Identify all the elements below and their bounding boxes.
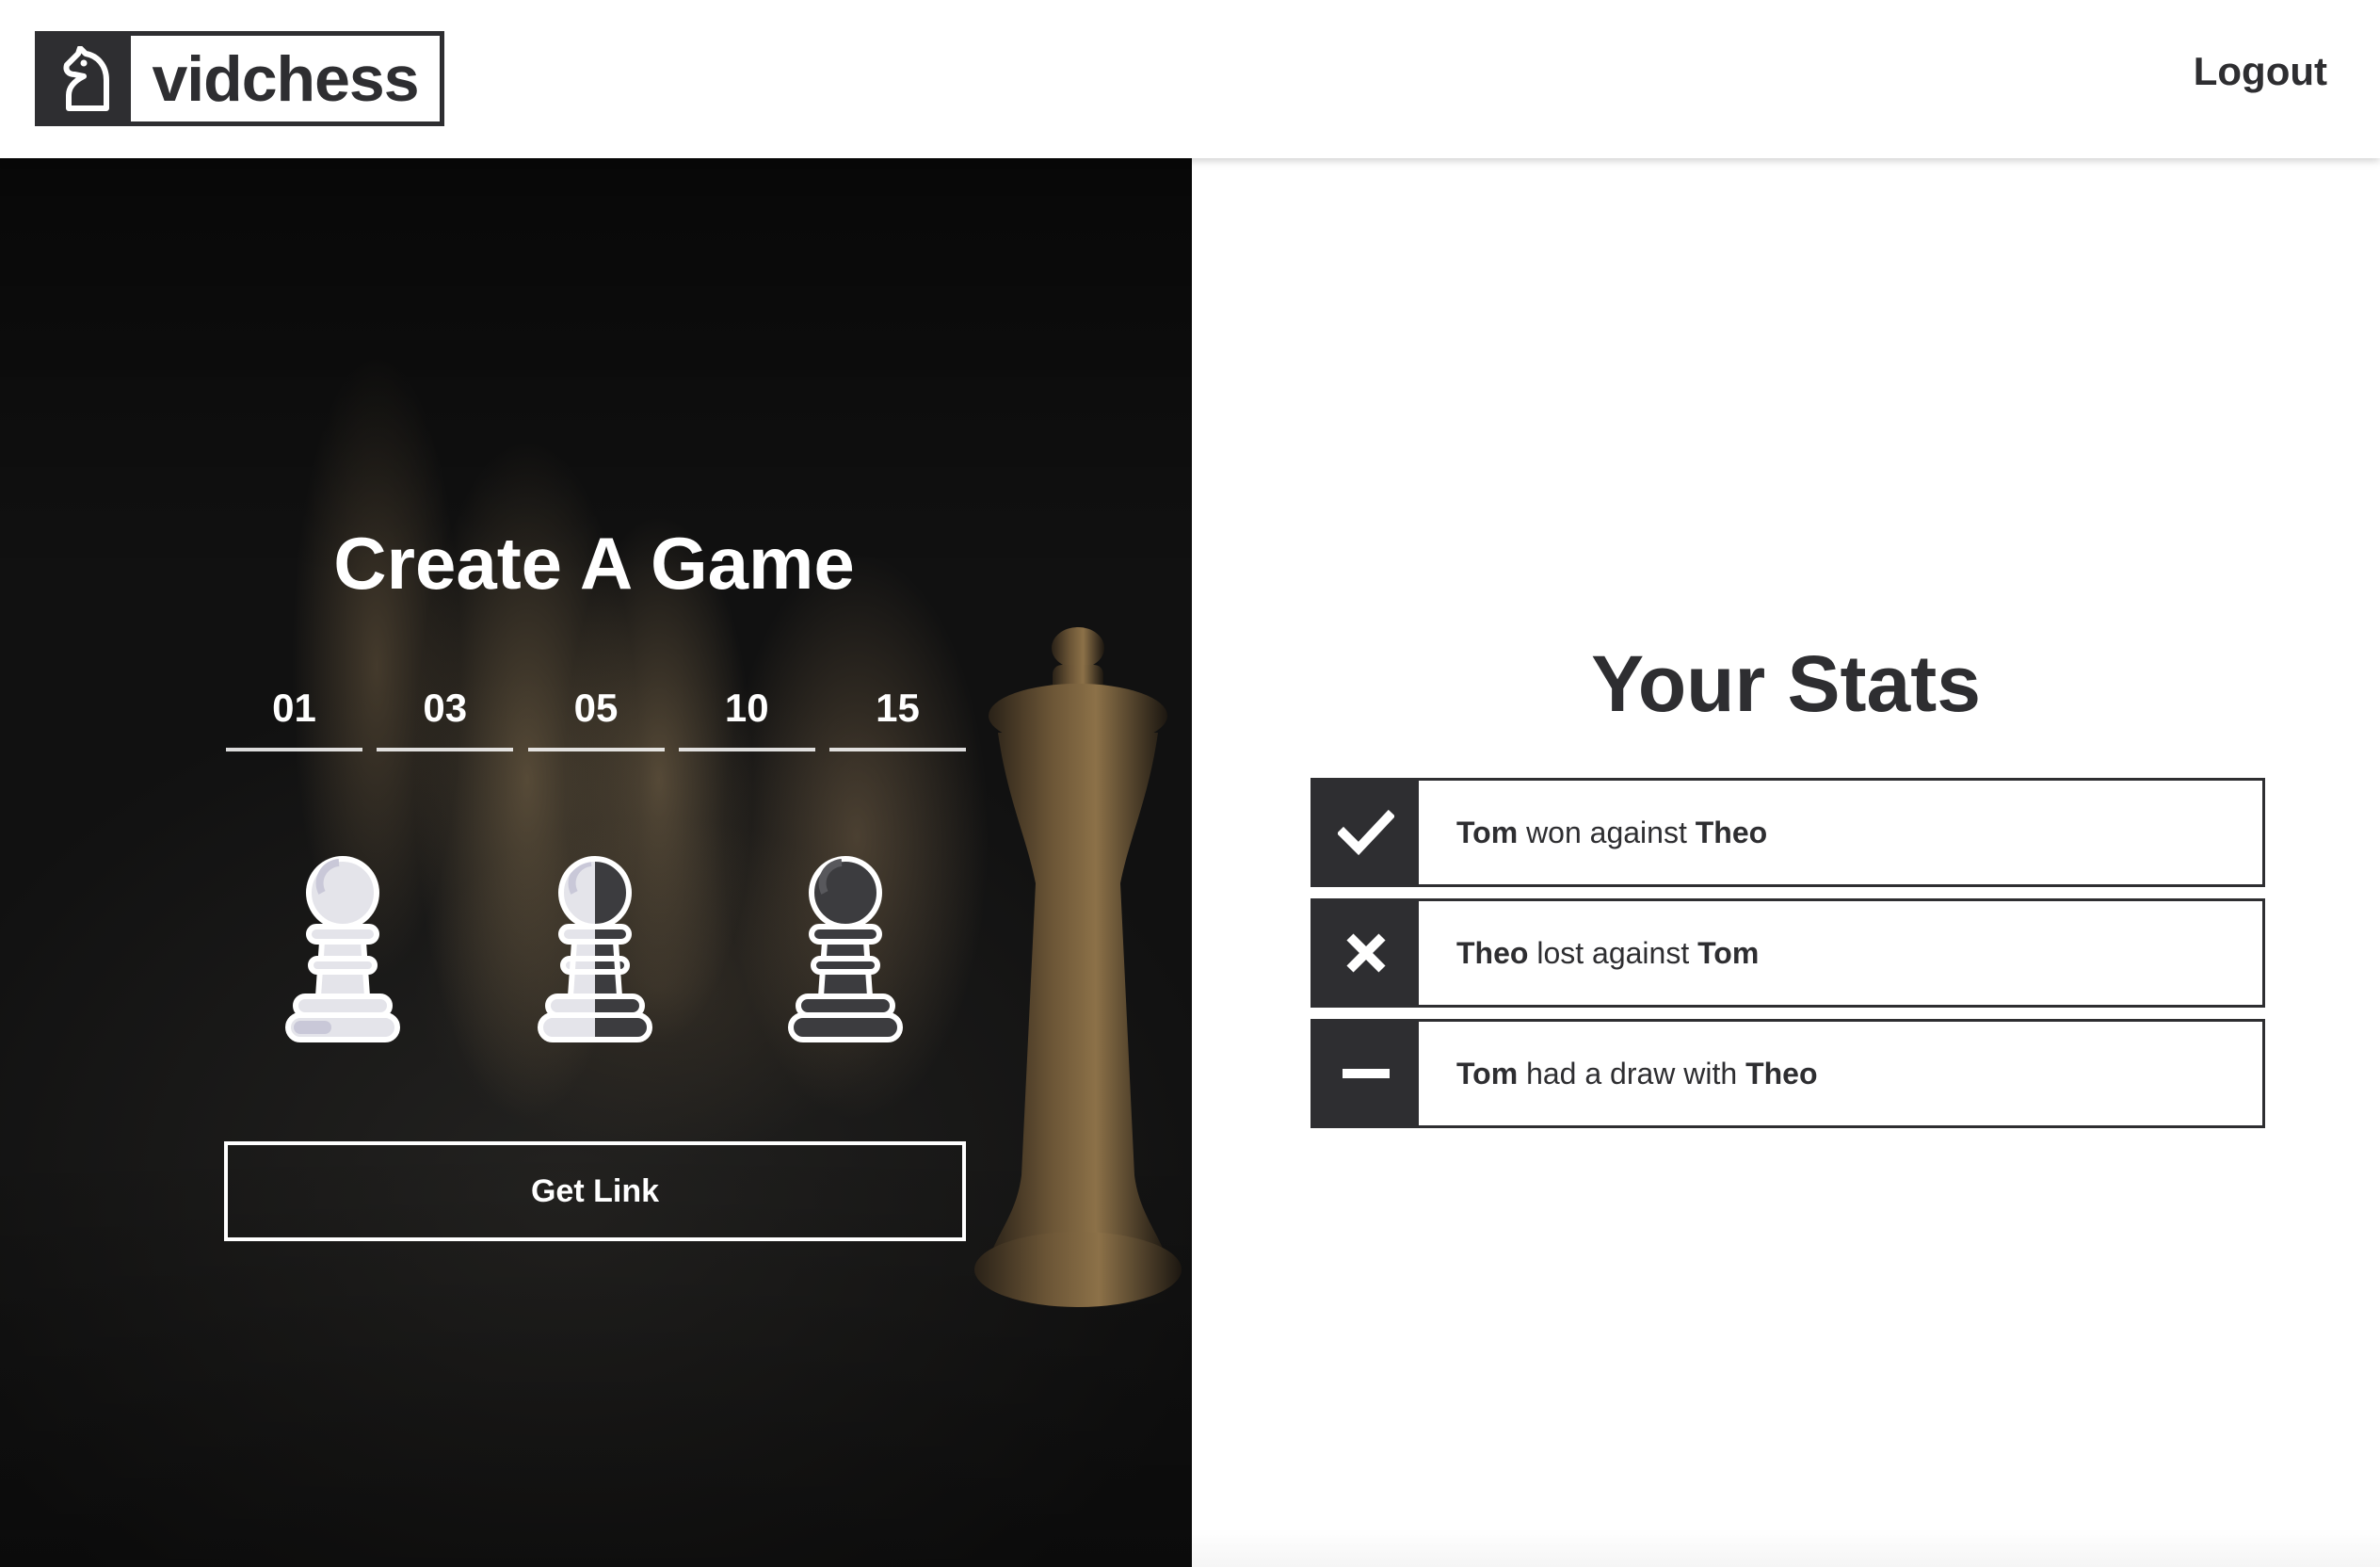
opponent-name: Tom (1697, 935, 1760, 970)
result-verb: lost against (1528, 935, 1698, 970)
get-link-button[interactable]: Get Link (224, 1141, 966, 1241)
stat-text: Tom won against Theo (1419, 781, 2262, 884)
half-white-half-black-pawn-icon[interactable] (537, 855, 653, 1045)
player-name: Tom (1456, 815, 1519, 849)
stat-row-draw: Tom had a draw with Theo (1311, 1019, 2265, 1128)
brand-name: vidchess (152, 42, 419, 115)
result-verb: won against (1518, 815, 1696, 849)
time-option-10[interactable]: 10 (678, 686, 815, 751)
result-verb: had a draw with (1518, 1056, 1746, 1090)
time-option-15[interactable]: 15 (829, 686, 966, 751)
vidchess-logo[interactable]: vidchess (35, 31, 444, 126)
create-game-title: Create A Game (333, 522, 855, 605)
stats-list: Tom won against Theo Theo lost against T… (1311, 778, 2265, 1139)
stat-text: Theo lost against Tom (1419, 901, 2262, 1005)
create-game-panel: Create A Game 01 03 05 10 15 Get Link (0, 158, 1192, 1567)
stat-row-loss: Theo lost against Tom (1311, 898, 2265, 1008)
cross-icon (1313, 901, 1419, 1005)
stat-text: Tom had a draw with Theo (1419, 1022, 2262, 1125)
opponent-name: Theo (1745, 1056, 1818, 1090)
stats-title: Your Stats (1591, 639, 1981, 728)
check-icon (1313, 781, 1419, 884)
player-name: Tom (1456, 1056, 1519, 1090)
opponent-name: Theo (1695, 815, 1768, 849)
black-pawn-icon[interactable] (787, 855, 904, 1045)
chess-king-photo (974, 627, 1182, 1307)
player-name: Theo (1456, 935, 1529, 970)
knight-icon (40, 36, 131, 121)
top-header: vidchess Logout (0, 0, 2380, 158)
logout-link[interactable]: Logout (2194, 49, 2327, 94)
minus-icon (1313, 1022, 1419, 1125)
white-pawn-icon[interactable] (284, 855, 401, 1045)
time-option-01[interactable]: 01 (226, 686, 362, 751)
time-control-options: 01 03 05 10 15 (226, 686, 966, 751)
bottom-fade (1192, 1529, 2380, 1567)
stat-row-win: Tom won against Theo (1311, 778, 2265, 887)
time-option-03[interactable]: 03 (377, 686, 514, 751)
stats-panel: Your Stats Tom won against Theo Theo los… (1192, 158, 2380, 1567)
time-option-05[interactable]: 05 (527, 686, 665, 751)
